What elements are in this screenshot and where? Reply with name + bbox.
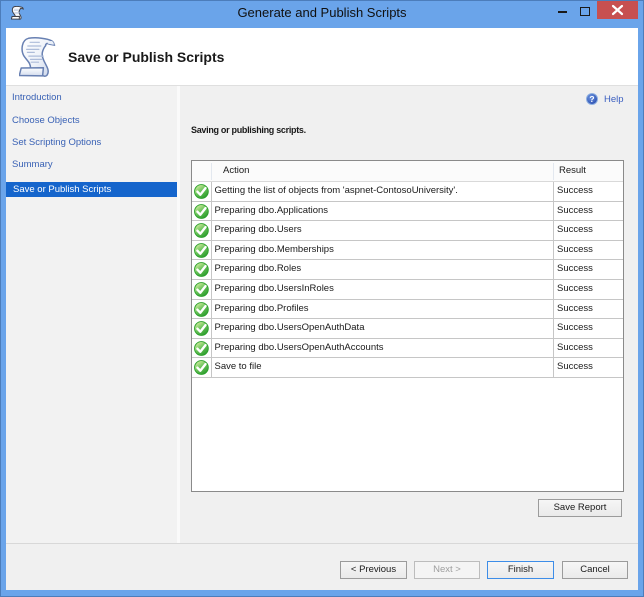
svg-text:?: ? bbox=[589, 94, 594, 104]
